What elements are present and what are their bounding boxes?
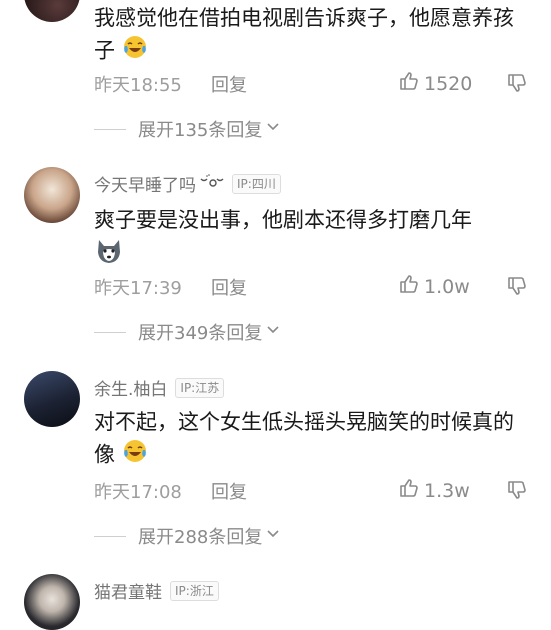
expand-replies-button[interactable]: 展开135条回复 [94, 116, 281, 142]
like-count: 1.3w [424, 479, 470, 502]
username[interactable]: 猫君童鞋 IP:浙江 [94, 578, 219, 603]
husky-dog-emoji [94, 236, 124, 275]
ip-location-badge: IP:江苏 [175, 377, 225, 398]
timestamp: 昨天18:55 [94, 75, 182, 96]
dislike-button[interactable] [506, 72, 528, 98]
comment-meta: 昨天17:08 回复 [94, 477, 247, 505]
chevron-down-icon [265, 119, 281, 140]
reply-button[interactable]: 回复 [211, 478, 247, 504]
comment-meta: 昨天17:39 回复 [94, 273, 247, 301]
timestamp: 昨天17:08 [94, 482, 182, 503]
comment-meta: 昨天18:55 回复 [94, 70, 247, 98]
thumbs-up-icon [398, 70, 424, 97]
chevron-down-icon [265, 526, 281, 547]
username[interactable]: 今天早睡了吗 IP:四川 [94, 171, 281, 196]
expand-replies-button[interactable]: 展开288条回复 [94, 523, 281, 549]
avatar[interactable] [24, 0, 80, 22]
sleepy-face-emoji [198, 173, 224, 194]
thumbs-up-icon [398, 273, 424, 300]
dislike-button[interactable] [506, 275, 528, 301]
expand-replies-button[interactable]: 展开349条回复 [94, 319, 281, 345]
reply-button[interactable]: 回复 [211, 71, 247, 97]
avatar[interactable] [24, 371, 80, 427]
avatar[interactable] [24, 574, 80, 630]
avatar[interactable] [24, 167, 80, 223]
divider [94, 331, 126, 333]
thumbs-up-icon [398, 477, 424, 504]
like-button[interactable]: 1.0w [398, 273, 470, 300]
ip-location-badge: IP:四川 [232, 173, 281, 194]
like-button[interactable]: 1520 [398, 70, 472, 97]
thumbs-down-icon [506, 74, 528, 98]
reply-button[interactable]: 回复 [211, 274, 247, 300]
thumbs-down-icon [506, 481, 528, 505]
thumbs-down-icon [506, 277, 528, 301]
divider [94, 128, 126, 130]
laughing-crying-emoji [122, 34, 148, 69]
dislike-button[interactable] [506, 479, 528, 505]
comment-text: 爽子要是没出事，他剧本还得多打磨几年 [94, 204, 534, 275]
chevron-down-icon [265, 322, 281, 343]
timestamp: 昨天17:39 [94, 278, 182, 299]
like-count: 1520 [424, 72, 473, 95]
laughing-crying-emoji [122, 438, 148, 473]
like-count: 1.0w [424, 275, 470, 298]
comment-text: 对不起，这个女生低头摇头晃脑笑的时候真的像 [94, 406, 534, 473]
comment-text: 我感觉他在借拍电视剧告诉爽子，他愿意养孩子 [94, 2, 534, 69]
username[interactable]: 余生.柚白 IP:江苏 [94, 375, 225, 400]
ip-location-badge: IP:浙江 [170, 580, 219, 601]
divider [94, 535, 126, 537]
like-button[interactable]: 1.3w [398, 477, 470, 504]
